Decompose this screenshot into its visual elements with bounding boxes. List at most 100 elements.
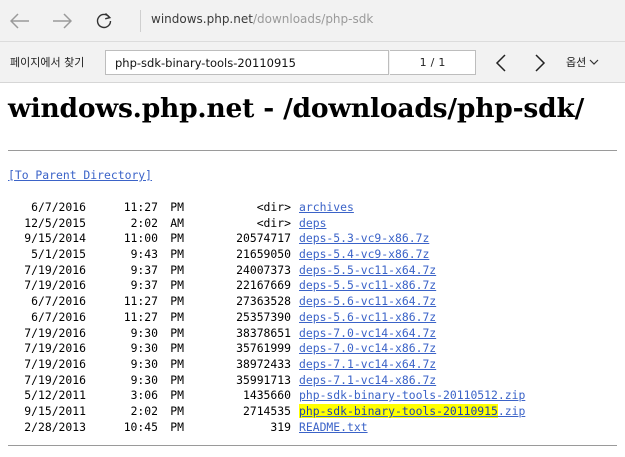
listing-file-link[interactable]: php-sdk-binary-tools-20110512.zip	[299, 388, 525, 402]
listing-date: 6/7/2016	[31, 294, 86, 309]
directory-listing: 6/7/2016 11:27 PM <dir> archives 12/5/2015 2:0…	[8, 200, 525, 435]
listing-file-link[interactable]: deps-5.6-vc11-x64.7z	[299, 294, 436, 308]
listing-date: 12/5/2015	[24, 215, 86, 230]
find-match-count: 1 / 1	[390, 50, 476, 75]
page-title: windows.php.net - /downloads/php-sdk/	[8, 93, 585, 124]
listing-file-ext: .zip	[497, 403, 526, 418]
listing-time: 9:43	[130, 247, 158, 262]
find-options-label: 옵션	[566, 56, 587, 69]
listing-file-link[interactable]: deps-5.5-vc11-x86.7z	[299, 278, 436, 292]
listing-size: 38972433	[236, 356, 291, 371]
address-path: /downloads/php-sdk	[252, 12, 374, 26]
listing-file-link[interactable]: deps	[299, 216, 326, 230]
listing-ampm: PM	[170, 278, 184, 293]
listing-ampm: PM	[170, 325, 184, 340]
listing-time: 9:37	[130, 262, 158, 277]
chevron-right-icon	[535, 53, 546, 72]
listing-size: 27363528	[236, 294, 291, 309]
listing-date: 2/28/2013	[24, 419, 86, 434]
listing-time: 10:45	[123, 419, 158, 434]
listing-ampm: PM	[170, 262, 184, 277]
find-options-button[interactable]: 옵션	[566, 54, 599, 70]
parent-directory-link[interactable]: [To Parent Directory]	[8, 168, 152, 182]
address-divider	[140, 10, 141, 32]
listing-ampm: AM	[170, 215, 184, 230]
listing-row: 7/19/2016 9:37 PM 22167669 deps-5.5-vc11-x86…	[8, 278, 525, 294]
listing-date: 7/19/2016	[24, 372, 86, 387]
listing-date: 5/1/2015	[31, 247, 86, 262]
listing-time: 9:30	[130, 325, 158, 340]
listing-time: 11:27	[123, 200, 158, 214]
listing-row: 6/7/2016 11:27 PM 25357390 deps-5.6-vc11-x86…	[8, 310, 525, 326]
find-bar: 페이지에서 찾기 1 / 1 옵션	[0, 42, 625, 83]
find-next-button[interactable]	[527, 50, 553, 75]
listing-size: 35991713	[236, 372, 291, 387]
listing-date: 9/15/2011	[24, 403, 86, 418]
listing-size: 319	[270, 419, 291, 434]
listing-file-link[interactable]: deps-7.0-vc14-x64.7z	[299, 326, 436, 340]
listing-size: 25357390	[236, 309, 291, 324]
listing-date: 9/15/2014	[24, 231, 86, 246]
listing-file-link[interactable]: deps-7.1-vc14-x86.7z	[299, 373, 436, 387]
listing-file-link[interactable]: deps-5.6-vc11-x86.7z	[299, 310, 436, 324]
listing-row: 7/19/2016 9:30 PM 35761999 deps-7.0-vc14-x86…	[8, 341, 525, 357]
listing-row: 2/28/2013 10:45 PM 319 README.txt	[8, 420, 525, 436]
listing-file-link[interactable]: deps-7.0-vc14-x86.7z	[299, 341, 436, 355]
listing-size: <dir>	[256, 215, 291, 230]
listing-file-link[interactable]: README.txt	[299, 420, 368, 434]
find-input[interactable]	[105, 50, 389, 75]
listing-date: 7/19/2016	[24, 341, 86, 356]
listing-date: 6/7/2016	[31, 200, 86, 214]
listing-file-link[interactable]: php-sdk-binary-tools-20110915.zip	[299, 403, 526, 418]
listing-file-link[interactable]: deps-7.1-vc14-x64.7z	[299, 357, 436, 371]
listing-ampm: PM	[170, 341, 184, 356]
listing-size: 22167669	[236, 278, 291, 293]
listing-ampm: PM	[170, 231, 184, 246]
listing-date: 7/19/2016	[24, 262, 86, 277]
listing-ampm: PM	[170, 388, 184, 403]
back-button[interactable]	[4, 6, 36, 36]
browser-toolbar: windows.php.net/downloads/php-sdk	[0, 0, 625, 42]
find-total: 1	[438, 56, 446, 69]
listing-ampm: PM	[170, 419, 184, 434]
listing-time: 9:30	[130, 372, 158, 387]
listing-date: 7/19/2016	[24, 325, 86, 340]
listing-file-link[interactable]: deps-5.3-vc9-x86.7z	[299, 231, 429, 245]
listing-row: 9/15/2014 11:00 PM 20574717 deps-5.3-vc9-x86…	[8, 231, 525, 247]
listing-file-link[interactable]: deps-5.5-vc11-x64.7z	[299, 263, 436, 277]
listing-ampm: PM	[170, 294, 184, 309]
forward-button[interactable]	[46, 6, 78, 36]
refresh-button[interactable]	[88, 6, 120, 36]
arrow-left-icon	[10, 13, 29, 29]
chevron-down-icon	[589, 59, 599, 65]
listing-row: 9/15/2011 2:02 PM 2714535 php-sdk-binary-too…	[8, 403, 526, 420]
find-label: 페이지에서 찾기	[10, 56, 85, 69]
listing-time: 9:30	[130, 356, 158, 371]
address-bar[interactable]: windows.php.net/downloads/php-sdk	[151, 12, 373, 26]
listing-size: 20574717	[236, 231, 291, 246]
arrow-right-icon	[53, 13, 72, 29]
refresh-icon	[96, 12, 112, 29]
listing-row: 5/1/2015 9:43 PM 21659050 deps-5.4-vc9-x86.7…	[8, 247, 525, 263]
listing-ampm: PM	[170, 356, 184, 371]
listing-date: 7/19/2016	[24, 278, 86, 293]
listing-time: 2:02	[130, 215, 158, 230]
find-separator: /	[430, 56, 435, 69]
listing-time: 3:06	[130, 388, 158, 403]
listing-row: 7/19/2016 9:30 PM 38972433 deps-7.1-vc14-x64…	[8, 357, 525, 373]
listing-time: 11:00	[123, 231, 158, 246]
listing-time: 11:27	[123, 309, 158, 324]
listing-file-link[interactable]: deps-5.4-vc9-x86.7z	[299, 247, 429, 261]
listing-size: 24007373	[236, 262, 291, 277]
listing-time: 11:27	[123, 294, 158, 309]
find-previous-button[interactable]	[488, 50, 514, 75]
find-current: 1	[419, 56, 427, 69]
listing-size: 2714535	[242, 403, 291, 418]
listing-row: 6/7/2016 11:27 PM 27363528 deps-5.6-vc11-x64…	[8, 294, 525, 310]
listing-ampm: PM	[170, 200, 184, 214]
listing-row: 7/19/2016 9:30 PM 35991713 deps-7.1-vc14-x86…	[8, 373, 525, 389]
address-host: windows.php.net	[151, 12, 253, 26]
listing-file-link[interactable]: archives	[299, 200, 354, 214]
listing-ampm: PM	[170, 309, 184, 324]
listing-row: 7/19/2016 9:37 PM 24007373 deps-5.5-vc11-x64…	[8, 263, 525, 279]
